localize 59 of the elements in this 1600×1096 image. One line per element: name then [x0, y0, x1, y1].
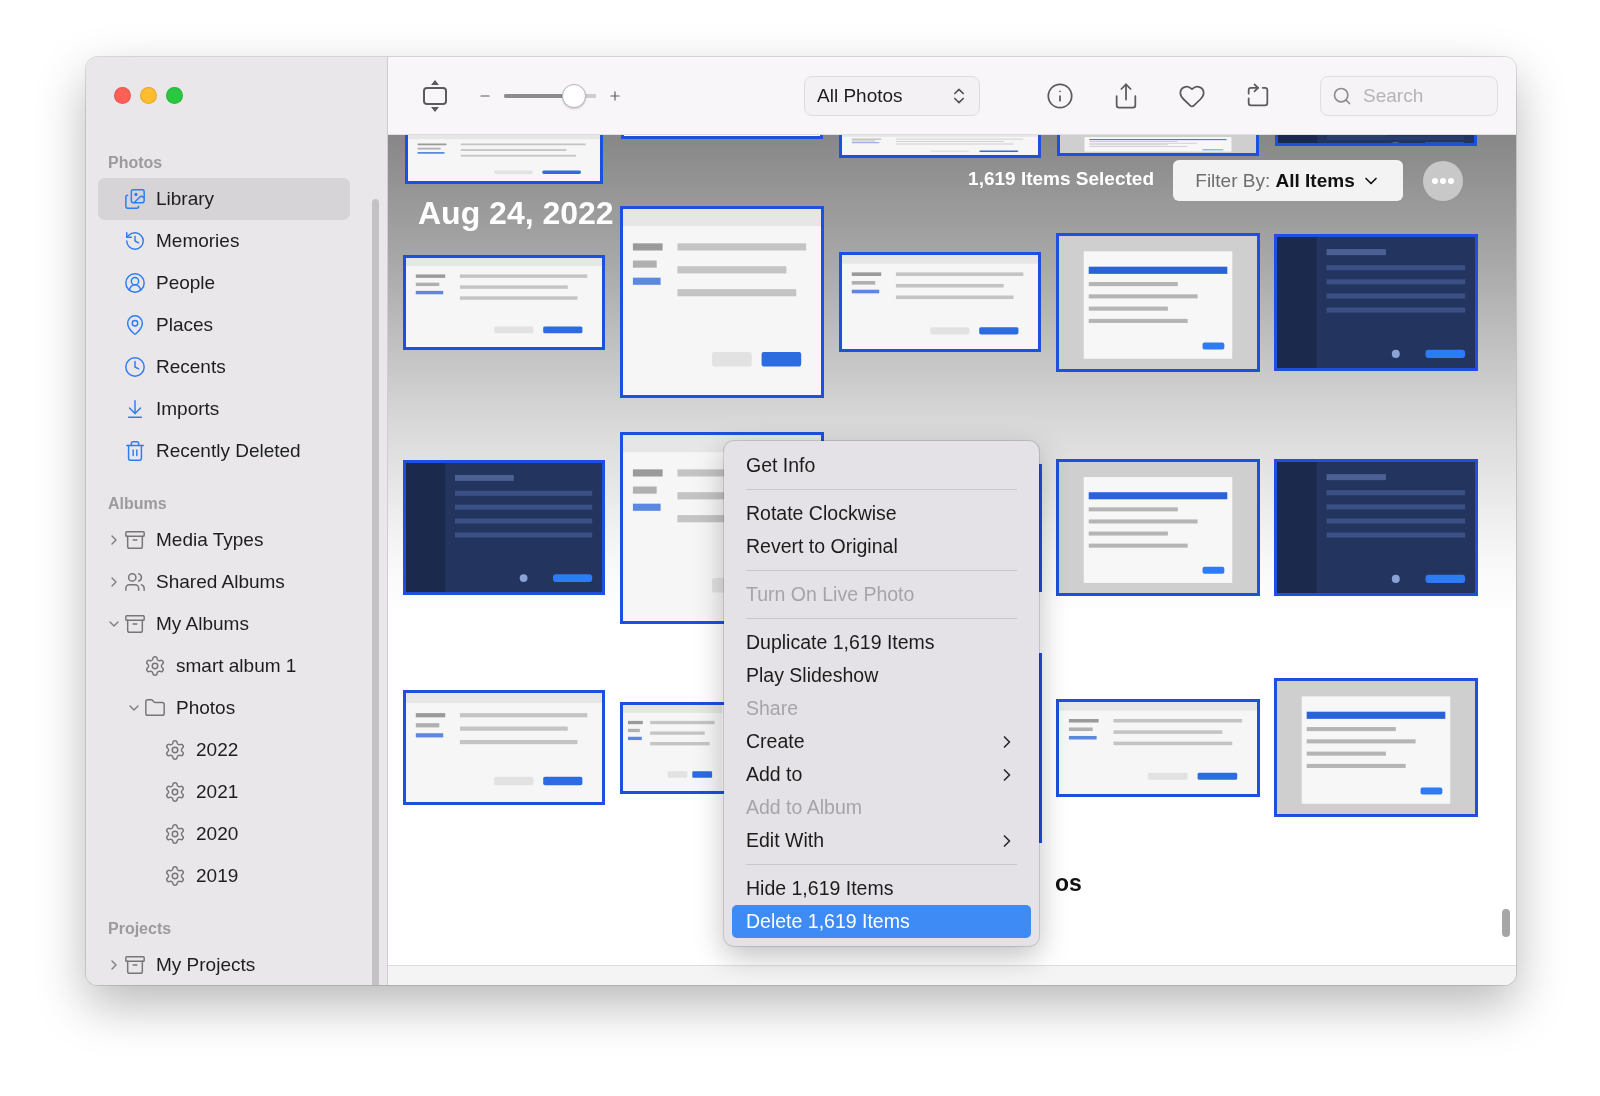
history-icon	[124, 230, 146, 252]
gear-icon	[164, 823, 186, 845]
view-dropdown[interactable]: All Photos	[804, 75, 980, 116]
menu-item[interactable]: Get Info	[732, 449, 1031, 482]
more-button[interactable]	[1423, 161, 1463, 201]
menu-item[interactable]: Rotate Clockwise	[732, 497, 1031, 530]
scrollbar[interactable]	[1502, 909, 1510, 937]
section-title: os	[1055, 870, 1082, 897]
sidebar-item[interactable]: Shared Albums	[98, 561, 350, 603]
sidebar-item[interactable]: 2020	[98, 813, 350, 855]
gear-icon	[164, 865, 186, 887]
album-icon	[124, 613, 146, 635]
folder-icon	[144, 697, 166, 719]
photos-icon	[124, 188, 146, 210]
sidebar-item[interactable]: People	[98, 262, 350, 304]
shared-album-icon	[124, 571, 146, 593]
menu-item[interactable]: Hide 1,619 Items	[732, 872, 1031, 905]
sidebar-item[interactable]: smart album 1	[98, 645, 350, 687]
trash-icon	[124, 440, 146, 462]
gear-icon	[164, 781, 186, 803]
date-title: Aug 24, 2022	[418, 195, 614, 232]
sidebar-item[interactable]: My Albums	[98, 603, 350, 645]
menu-item[interactable]: Play Slideshow	[732, 659, 1031, 692]
section-title: Albums	[107, 494, 168, 514]
selection-count: 1,619 Items Selected	[968, 168, 1154, 190]
sidebar-item[interactable]: 2021	[98, 771, 350, 813]
slider-thumb[interactable]	[561, 83, 586, 108]
sidebar-item[interactable]: Recents	[98, 346, 350, 388]
clock-icon	[124, 356, 146, 378]
search-field[interactable]: Search	[1320, 75, 1498, 116]
sidebar-item[interactable]: Places	[98, 304, 350, 346]
menu-item[interactable]: Edit With	[732, 824, 1031, 857]
sidebar-item[interactable]: Photos	[98, 687, 350, 729]
sidebar-item[interactable]: My Projects	[98, 944, 350, 985]
section-title: Photos	[107, 153, 164, 173]
section-title: Projects	[107, 919, 173, 939]
sidebar-item[interactable]: 2022	[98, 729, 350, 771]
person-icon	[124, 272, 146, 294]
pin-icon	[124, 314, 146, 336]
gear-icon	[144, 655, 166, 677]
sidebar-item[interactable]: Media Types	[98, 519, 350, 561]
search-icon	[1332, 85, 1352, 106]
photo-thumbnail[interactable]	[621, 135, 823, 139]
menu-item[interactable]: Revert to Original	[732, 530, 1031, 563]
sidebar-item[interactable]: Library	[98, 178, 350, 220]
gear-icon	[164, 739, 186, 761]
sidebar-item[interactable]: Memories	[98, 220, 350, 262]
album-icon	[124, 529, 146, 551]
scrollbar[interactable]	[372, 199, 379, 985]
ellipsis-icon	[1432, 178, 1454, 184]
filter-button[interactable]: Filter By: All Items	[1173, 160, 1403, 201]
menu-item[interactable]: Create	[732, 725, 1031, 758]
sidebar-item[interactable]: Imports	[98, 388, 350, 430]
sidebar-item[interactable]: 2019	[98, 855, 350, 897]
menu-item[interactable]: Duplicate 1,619 Items	[732, 626, 1031, 659]
close-button[interactable]	[114, 87, 131, 104]
album-icon	[124, 954, 146, 976]
sidebar-item[interactable]: Recently Deleted	[98, 430, 350, 472]
menu-item[interactable]: Add to	[732, 758, 1031, 791]
